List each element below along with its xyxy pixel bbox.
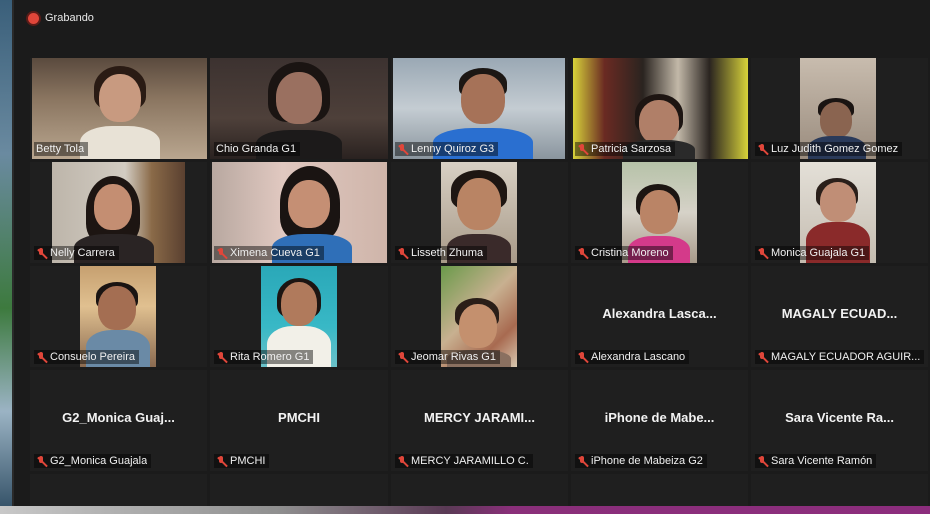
participant-name: Ximena Cueva G1	[230, 247, 320, 259]
participant-name-tag: Lenny Quiroz G3	[395, 142, 499, 156]
mic-muted-icon	[36, 351, 47, 363]
participant-name: Nelly Carrera	[50, 247, 115, 259]
participant-tile-active-speaker[interactable]: Chio Granda G1	[210, 58, 388, 159]
participant-name-tag: iPhone de Mabeiza G2	[575, 454, 707, 468]
participant-name: Luz Judith Gomez Gomez	[771, 143, 899, 155]
mic-muted-icon	[397, 247, 408, 259]
participant-name-tag: Ximena Cueva G1	[214, 246, 324, 260]
mic-muted-icon	[577, 455, 588, 467]
participant-tile[interactable]: Consuelo Pereira	[30, 266, 207, 367]
participant-name-tag: Rita Romero G1	[214, 350, 314, 364]
participant-tile[interactable]: Lisseth Zhuma	[391, 162, 568, 263]
participant-name: Lenny Quiroz G3	[411, 143, 495, 155]
participant-tile[interactable]: Ximena Cueva G1	[210, 162, 388, 263]
participant-name: Consuelo Pereira	[50, 351, 135, 363]
recording-label: Grabando	[45, 12, 94, 24]
recording-indicator[interactable]: Grabando	[28, 10, 94, 26]
mic-muted-icon	[397, 143, 408, 155]
participant-name-tag: Luz Judith Gomez Gomez	[755, 142, 903, 156]
mic-muted-icon	[757, 455, 768, 467]
participant-name-tag: Jeomar Rivas G1	[395, 350, 500, 364]
participant-tile-no-video[interactable]: MERCY JARAMI... MERCY JARAMILLO C.	[391, 370, 568, 471]
participant-tile-no-video[interactable]: PMCHI PMCHI	[210, 370, 388, 471]
mic-muted-icon	[397, 455, 408, 467]
participant-name: Rita Romero G1	[230, 351, 310, 363]
participant-tile-partial[interactable]	[30, 474, 207, 506]
participant-display-name: Alexandra Lasca...	[602, 306, 717, 321]
participant-tile[interactable]: Patricia Sarzosa	[571, 58, 748, 159]
participant-tile[interactable]: Cristina Moreno	[571, 162, 748, 263]
record-icon	[28, 12, 39, 24]
participant-name: Lisseth Zhuma	[411, 247, 484, 259]
participant-name-tag: Cristina Moreno	[575, 246, 673, 260]
participant-name-tag: PMCHI	[214, 454, 270, 468]
participant-tile-partial[interactable]	[391, 474, 568, 506]
mic-muted-icon	[397, 351, 408, 363]
participant-name-tag: MAGALY ECUADOR AGUIR...	[755, 350, 925, 364]
participant-tile[interactable]: Lenny Quiroz G3	[391, 58, 568, 159]
participant-name: Cristina Moreno	[591, 247, 669, 259]
mic-muted-icon	[36, 247, 47, 259]
participant-tile-no-video[interactable]: iPhone de Mabe... iPhone de Mabeiza G2	[571, 370, 748, 471]
participant-name-tag: Consuelo Pereira	[34, 350, 139, 364]
participant-name: PMCHI	[230, 455, 266, 467]
participant-tile-no-video[interactable]: Sara Vicente Ra... Sara Vicente Ramón	[751, 370, 928, 471]
participant-name: MERCY JARAMILLO C.	[411, 455, 529, 467]
participant-name-tag: Sara Vicente Ramón	[755, 454, 877, 468]
participant-name: iPhone de Mabeiza G2	[591, 455, 703, 467]
participant-tile[interactable]: Monica Guajala G1	[751, 162, 928, 263]
participant-display-name: iPhone de Mabe...	[604, 410, 715, 425]
mic-muted-icon	[757, 247, 768, 259]
participant-name-tag: Alexandra Lascano	[575, 350, 690, 364]
meeting-window: Grabando Betty Tola Chio Granda G1 Lenny…	[14, 0, 930, 506]
participant-name-tag: MERCY JARAMILLO C.	[395, 454, 533, 468]
participant-tile-partial[interactable]	[210, 474, 388, 506]
participant-tile[interactable]: Jeomar Rivas G1	[391, 266, 568, 367]
mic-muted-icon	[577, 143, 588, 155]
mic-muted-icon	[757, 143, 768, 155]
participant-tile-partial[interactable]	[751, 474, 928, 506]
participant-name-tag: Nelly Carrera	[34, 246, 119, 260]
participant-display-name: G2_Monica Guaj...	[62, 410, 175, 425]
participant-display-name: Sara Vicente Ra...	[785, 410, 894, 425]
participant-tile[interactable]: Nelly Carrera	[30, 162, 207, 263]
desktop-background-bottom	[0, 506, 930, 514]
participant-tile-no-video[interactable]: MAGALY ECUAD... MAGALY ECUADOR AGUIR...	[751, 266, 928, 367]
participant-name: Patricia Sarzosa	[591, 143, 672, 155]
participant-name-tag: Betty Tola	[34, 142, 89, 156]
participant-tile-partial[interactable]	[571, 474, 748, 506]
mic-muted-icon	[577, 351, 588, 363]
participant-name-tag: Patricia Sarzosa	[575, 142, 676, 156]
mic-muted-icon	[577, 247, 588, 259]
participant-display-name: MAGALY ECUAD...	[781, 306, 898, 321]
participant-name-tag: Lisseth Zhuma	[395, 246, 488, 260]
participant-name-tag: G2_Monica Guajala	[34, 454, 152, 468]
participant-tile[interactable]: Rita Romero G1	[210, 266, 388, 367]
participant-name: Alexandra Lascano	[591, 351, 686, 363]
participant-name: Betty Tola	[36, 143, 85, 155]
participant-name: G2_Monica Guajala	[50, 455, 148, 467]
participant-name-tag: Monica Guajala G1	[755, 246, 870, 260]
participant-name-tag: Chio Granda G1	[214, 142, 301, 156]
mic-muted-icon	[216, 351, 227, 363]
mic-muted-icon	[757, 351, 768, 363]
participant-display-name: MERCY JARAMI...	[424, 410, 535, 425]
participant-name: Monica Guajala G1	[771, 247, 866, 259]
participant-name: Jeomar Rivas G1	[411, 351, 496, 363]
participant-tile-no-video[interactable]: G2_Monica Guaj... G2_Monica Guajala	[30, 370, 207, 471]
desktop-background-left	[0, 0, 12, 514]
participant-name: Chio Granda G1	[216, 143, 297, 155]
participant-tile[interactable]: Luz Judith Gomez Gomez	[751, 58, 928, 159]
participant-tile[interactable]: Betty Tola	[30, 58, 207, 159]
participant-name: Sara Vicente Ramón	[771, 455, 873, 467]
mic-muted-icon	[216, 455, 227, 467]
participant-tile-no-video[interactable]: Alexandra Lasca... Alexandra Lascano	[571, 266, 748, 367]
participant-name: MAGALY ECUADOR AGUIR...	[771, 351, 921, 363]
mic-muted-icon	[36, 455, 47, 467]
participant-display-name: PMCHI	[278, 410, 320, 425]
mic-muted-icon	[216, 247, 227, 259]
